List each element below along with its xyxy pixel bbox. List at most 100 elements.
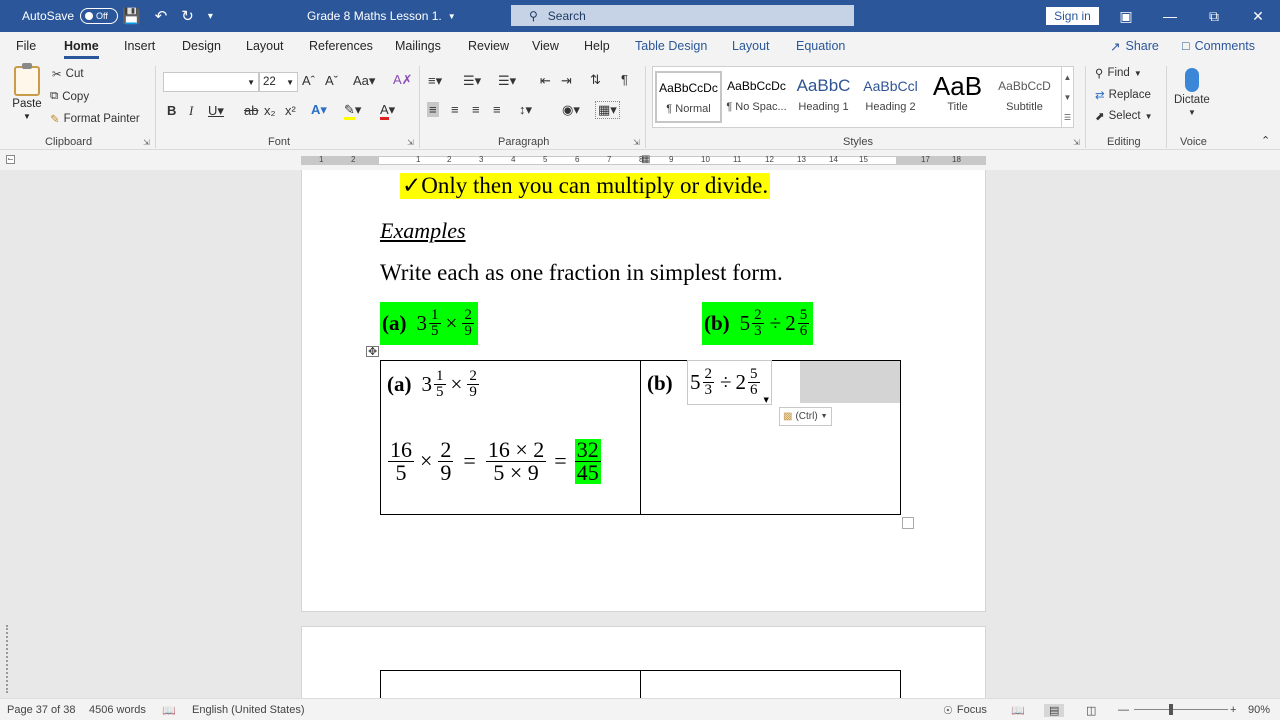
bullets-icon[interactable]: ≡▾: [428, 73, 442, 89]
search-box[interactable]: ⚲ Search: [511, 5, 854, 26]
dialog-launcher-icon[interactable]: ⇲: [407, 138, 414, 147]
line-spacing-icon[interactable]: ↕▾: [519, 102, 532, 118]
tab-table-layout[interactable]: Layout: [732, 39, 770, 53]
replace-button[interactable]: ⇄ Replace: [1095, 88, 1151, 102]
find-button[interactable]: ⚲ Find ▼: [1095, 66, 1142, 80]
document-canvas[interactable]: ✓Only then you can multiply or divide. E…: [0, 170, 1280, 698]
document-title[interactable]: Grade 8 Maths Lesson 1. ▼: [307, 0, 456, 32]
zoom-in-icon[interactable]: +: [1230, 704, 1236, 716]
web-layout-icon[interactable]: ◫: [1086, 704, 1096, 717]
collapse-ribbon-icon[interactable]: ⌃: [1261, 134, 1270, 147]
format-painter-button[interactable]: ✎ Format Painter: [50, 112, 140, 126]
equation-box[interactable]: 5 23 ÷ 2 56 ▼: [687, 360, 772, 405]
tab-view[interactable]: View: [532, 39, 559, 53]
style-no-spacing[interactable]: AaBbCcDc ¶ No Spac...: [723, 71, 790, 123]
text-effects-icon[interactable]: A▾: [311, 102, 327, 118]
paste-button[interactable]: Paste ▼: [10, 63, 44, 122]
tab-file[interactable]: File: [16, 39, 36, 53]
align-left-icon[interactable]: ≡: [427, 102, 439, 117]
borders-icon[interactable]: ▦▾: [595, 101, 620, 119]
tab-insert[interactable]: Insert: [124, 39, 155, 53]
proofing-icon[interactable]: 📖: [162, 704, 176, 717]
zoom-out-icon[interactable]: —: [1118, 704, 1129, 716]
subscript-icon[interactable]: x₂: [264, 103, 276, 118]
copy-button[interactable]: ⧉ Copy: [50, 90, 89, 103]
paste-options-button[interactable]: ▩ (Ctrl) ▼: [779, 407, 832, 426]
more-styles-icon[interactable]: ☰: [1064, 113, 1071, 122]
strikethrough-icon[interactable]: ab: [244, 103, 258, 118]
print-layout-icon[interactable]: ▤: [1044, 704, 1065, 717]
focus-button[interactable]: ☉ Focus: [943, 704, 987, 717]
zoom-slider[interactable]: [1134, 709, 1228, 710]
undo-icon[interactable]: ↶: [155, 7, 168, 25]
change-case-icon[interactable]: Aa▾: [353, 73, 375, 89]
customize-qat-icon[interactable]: ▾: [208, 11, 213, 22]
select-button[interactable]: ⬈ Select ▼: [1095, 109, 1153, 123]
style-heading-2[interactable]: AaBbCcl Heading 2: [857, 71, 924, 123]
tab-equation[interactable]: Equation: [796, 39, 845, 53]
horizontal-ruler[interactable]: ⌙ 1 2 1 2 3 4 5 6 7 8 9 10 11 12 13 14 1…: [0, 151, 1280, 170]
shrink-font-icon[interactable]: Aˇ: [325, 73, 338, 88]
font-name-combo[interactable]: ▼: [163, 72, 259, 92]
page-indicator[interactable]: Page 37 of 38: [7, 704, 76, 716]
clear-formatting-icon[interactable]: A✗: [393, 72, 413, 88]
style-title[interactable]: AaB Title: [924, 71, 991, 123]
bold-icon[interactable]: B: [167, 103, 176, 118]
dialog-launcher-icon[interactable]: ⇲: [1073, 138, 1080, 147]
tab-mailings[interactable]: Mailings: [395, 39, 441, 53]
tab-design[interactable]: Design: [182, 39, 221, 53]
style-subtitle[interactable]: AaBbCcD Subtitle: [991, 71, 1058, 123]
autosave-toggle[interactable]: Off: [80, 8, 119, 24]
superscript-icon[interactable]: x²: [285, 103, 296, 118]
table-column-marker-icon[interactable]: ▦: [641, 154, 650, 165]
table-resize-handle[interactable]: [902, 517, 914, 529]
align-center-icon[interactable]: ≡: [451, 102, 459, 117]
multilevel-list-icon[interactable]: ☰▾: [498, 73, 516, 89]
autosave-control[interactable]: AutoSave Off: [22, 0, 119, 32]
underline-icon[interactable]: U▾: [208, 103, 224, 119]
zoom-level[interactable]: 90%: [1248, 704, 1270, 716]
dialog-launcher-icon[interactable]: ⇲: [633, 138, 640, 147]
numbering-icon[interactable]: ☰▾: [463, 73, 481, 89]
dialog-launcher-icon[interactable]: ⇲: [143, 138, 150, 147]
language-indicator[interactable]: English (United States): [192, 704, 305, 716]
scroll-down-icon[interactable]: ▼: [1064, 93, 1072, 102]
highlight-color-icon[interactable]: ✎▾: [344, 102, 361, 120]
share-button[interactable]: ↗ Share: [1110, 39, 1159, 54]
save-icon[interactable]: 💾: [122, 7, 141, 25]
decrease-indent-icon[interactable]: ⇤: [540, 73, 551, 89]
styles-scroll[interactable]: ▲ ▼ ☰: [1061, 67, 1073, 127]
restore-icon[interactable]: ⧉: [1192, 8, 1236, 25]
tab-review[interactable]: Review: [468, 39, 509, 53]
tab-home[interactable]: Home: [64, 39, 99, 59]
tab-table-design[interactable]: Table Design: [635, 39, 707, 53]
tab-references[interactable]: References: [309, 39, 373, 53]
font-size-combo[interactable]: 22 ▼: [259, 72, 298, 92]
tab-selector-icon[interactable]: ⌙: [6, 155, 15, 164]
word-count[interactable]: 4506 words: [89, 704, 146, 716]
style-normal[interactable]: AaBbCcDc ¶ Normal: [655, 71, 722, 123]
redo-icon[interactable]: ↻: [181, 7, 194, 25]
scroll-up-icon[interactable]: ▲: [1064, 73, 1072, 82]
table-move-handle-icon[interactable]: ✥: [366, 346, 380, 357]
table-cell-next-a[interactable]: [380, 670, 641, 698]
align-right-icon[interactable]: ≡: [472, 102, 480, 117]
grow-font-icon[interactable]: Aˆ: [302, 73, 315, 88]
comments-button[interactable]: □ Comments: [1182, 39, 1255, 53]
table-cell-next-b[interactable]: [640, 670, 901, 698]
italic-icon[interactable]: I: [189, 103, 193, 119]
sign-in-button[interactable]: Sign in: [1046, 7, 1099, 25]
equation-options-icon[interactable]: ▼: [764, 396, 769, 404]
shading-icon[interactable]: ◉▾: [562, 102, 580, 118]
ribbon-display-options-icon[interactable]: ▣: [1104, 8, 1148, 25]
close-icon[interactable]: ✕: [1236, 8, 1280, 25]
dictate-button[interactable]: Dictate ▼: [1174, 66, 1210, 117]
show-formatting-marks-icon[interactable]: ¶: [621, 72, 628, 87]
justify-icon[interactable]: ≡: [493, 102, 501, 117]
increase-indent-icon[interactable]: ⇥: [561, 73, 572, 89]
sort-icon[interactable]: ⇅: [590, 72, 601, 88]
read-mode-icon[interactable]: 📖: [1011, 704, 1025, 717]
minimize-icon[interactable]: —: [1148, 8, 1192, 24]
font-color-icon[interactable]: A▾: [380, 102, 395, 120]
zoom-slider-thumb[interactable]: [1169, 704, 1173, 715]
